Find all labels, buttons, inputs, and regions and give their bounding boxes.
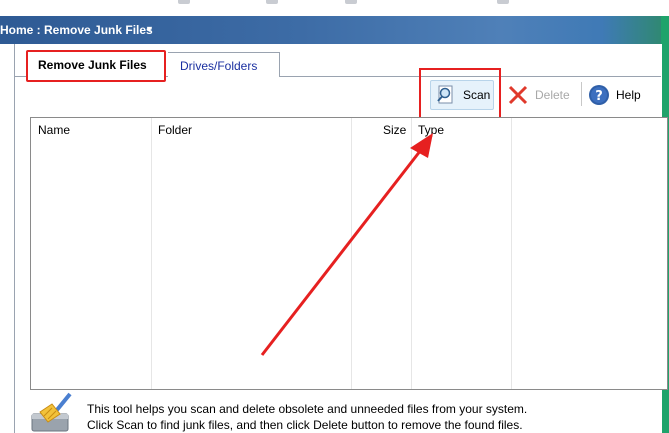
tab-remove-junk-files[interactable]: Remove Junk Files: [26, 50, 166, 82]
column-header-type[interactable]: Type: [418, 123, 444, 137]
junk-files-table[interactable]: Name Folder Size Type: [30, 117, 668, 390]
description-line: This tool helps you scan and delete obso…: [87, 402, 528, 416]
description-line: Click Scan to find junk files, and then …: [87, 418, 523, 432]
column-header-folder[interactable]: Folder: [158, 123, 192, 137]
toolbar-separator: [581, 82, 582, 106]
toolbar-icon: [266, 0, 278, 4]
title-bar: Home : Remove Junk Files ▼: [0, 16, 669, 44]
broom-cleaner-icon: [31, 392, 72, 432]
toolbar-icon: [178, 0, 190, 4]
column-divider: [351, 118, 352, 389]
tab-label: Remove Junk Files: [38, 58, 147, 72]
column-header-name[interactable]: Name: [38, 123, 70, 137]
delete-button[interactable]: Delete: [507, 80, 579, 110]
tab-label: Drives/Folders: [180, 59, 258, 73]
delete-label: Delete: [535, 88, 570, 102]
breadcrumb[interactable]: Home : Remove Junk Files: [0, 23, 153, 37]
toolbar-icon: [345, 0, 357, 4]
question-circle-icon: ?: [589, 85, 609, 105]
scan-button[interactable]: Scan: [430, 80, 494, 110]
column-divider: [151, 118, 152, 389]
column-divider: [511, 118, 512, 389]
tab-drives-folders[interactable]: Drives/Folders: [168, 52, 280, 77]
magnifier-document-icon: [437, 85, 453, 104]
help-button[interactable]: ? Help: [588, 80, 652, 110]
top-toolbar-strip: [0, 0, 669, 16]
toolbar-icon: [497, 0, 509, 4]
column-divider: [411, 118, 412, 389]
help-label: Help: [616, 88, 641, 102]
help-description: This tool helps you scan and delete obso…: [87, 401, 667, 433]
svg-text:?: ?: [595, 89, 603, 104]
red-x-icon: [508, 85, 528, 105]
column-header-size[interactable]: Size: [383, 123, 406, 137]
caret-down-icon[interactable]: ▼: [145, 24, 154, 34]
scan-label: Scan: [463, 88, 491, 102]
